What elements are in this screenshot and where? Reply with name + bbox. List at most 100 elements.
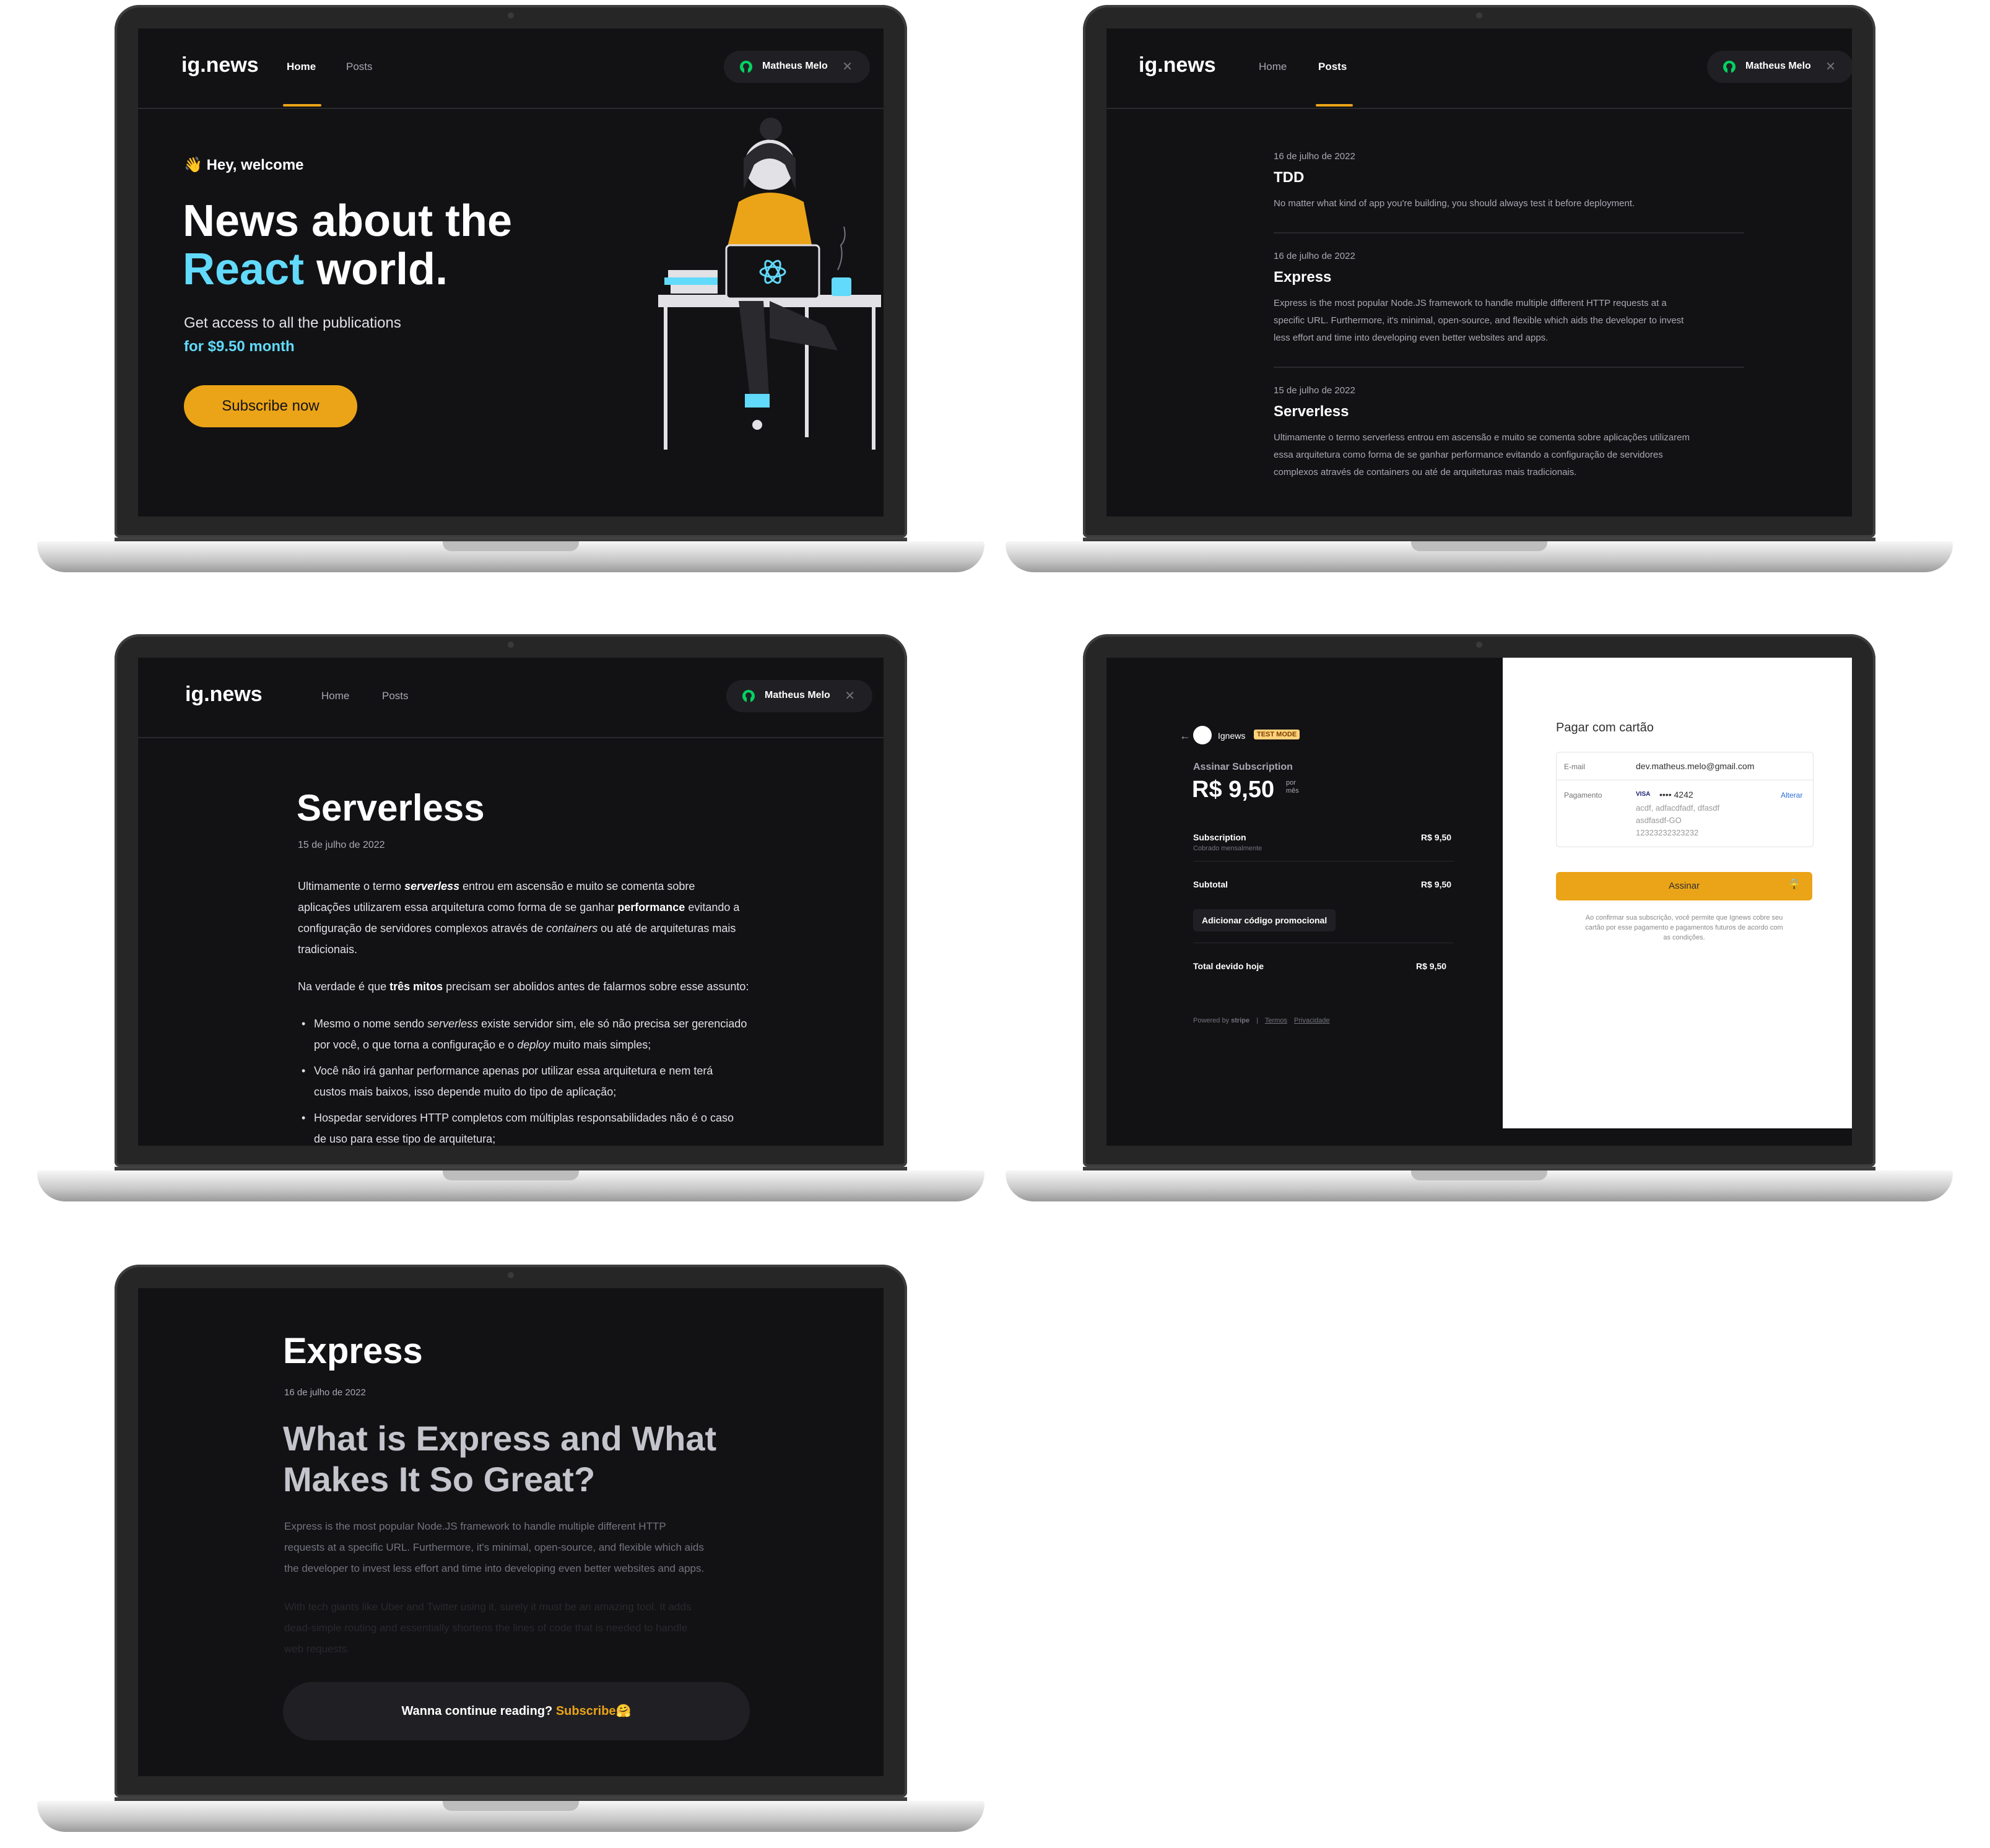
posts-screen: ig.news Home Posts Matheus Melo ✕ 16 de … <box>1106 28 1852 516</box>
github-icon <box>742 690 755 702</box>
logo[interactable]: ig.news <box>1139 53 1216 77</box>
article-paragraph: Na verdade é que três mitos precisam ser… <box>298 976 806 997</box>
nav-home[interactable]: Home <box>1259 61 1287 73</box>
camera <box>508 642 514 648</box>
nav-home[interactable]: Home <box>287 61 316 73</box>
price-text: for $9.50 month <box>184 338 295 355</box>
post-title[interactable]: TDD <box>1274 169 1744 186</box>
user-sign-in-button[interactable]: Matheus Melo ✕ <box>1707 51 1852 83</box>
post-title[interactable]: Serverless <box>1274 403 1744 421</box>
text-segment: containers <box>546 922 598 935</box>
subtotal-price: R$ 9,50 <box>1421 879 1452 889</box>
text-segment: Você não irá ganhar performance apenas p… <box>314 1065 713 1077</box>
stripe-logo: stripe <box>1231 1017 1250 1024</box>
nav-posts[interactable]: Posts <box>1318 61 1347 73</box>
article-screen: ig.news Home Posts Matheus Melo ✕ Server… <box>138 658 884 1146</box>
article-date: 15 de julho de 2022 <box>298 840 385 850</box>
laptop-notch <box>443 1801 579 1811</box>
user-sign-in-button[interactable]: Matheus Melo ✕ <box>726 680 872 712</box>
laptop-notch <box>443 541 579 551</box>
post-excerpt-line: specific URL. Furthermore, it's minimal,… <box>1274 315 1684 326</box>
text-segment: serverless <box>427 1018 479 1030</box>
email-field[interactable]: dev.matheus.melo@gmail.com <box>1636 761 1754 771</box>
laptop-lid: ig.news Home Posts Matheus Melo ✕ 16 de … <box>1083 5 1875 538</box>
subscribe-button[interactable]: Subscribe now <box>184 385 357 427</box>
github-icon <box>1723 61 1736 73</box>
list-item: • Você não irá ganhar performance apenas … <box>298 1060 806 1102</box>
plan-price: R$ 9,50 <box>1192 777 1275 803</box>
sign-out-icon[interactable]: ✕ <box>1825 59 1836 74</box>
pay-button[interactable]: Assinar 🔒 <box>1556 872 1812 900</box>
list-line: Hospedar servidores HTTP completos com m… <box>314 1107 806 1128</box>
article-line: Ultimamente o termo serverless entrou em… <box>298 876 806 897</box>
post-title[interactable]: Express <box>1274 269 1744 286</box>
preview-title: Express <box>283 1331 423 1371</box>
sign-out-icon[interactable]: ✕ <box>845 688 855 704</box>
promo-code-button[interactable]: Adicionar código promocional <box>1193 909 1336 931</box>
change-link[interactable]: Alterar <box>1781 791 1802 800</box>
lock-icon: 🔒 <box>1787 878 1801 891</box>
headline: News about the React world. <box>183 196 513 294</box>
preview-date: 16 de julho de 2022 <box>284 1387 366 1398</box>
card-number: •••• 4242 <box>1659 790 1693 800</box>
privacy-link[interactable]: Privacidade <box>1294 1017 1329 1024</box>
welcome-text: 👋 Hey, welcome <box>184 157 304 173</box>
nav-posts[interactable]: Posts <box>382 690 409 702</box>
text-segment: precisam ser abolidos antes de falarmos … <box>443 980 749 993</box>
laptop-notch <box>1411 1170 1547 1180</box>
headline-react: React <box>183 245 305 294</box>
pay-title: Pagar com cartão <box>1556 721 1654 734</box>
preview-line: dead-simple routing and essentially shor… <box>284 1622 688 1634</box>
post-item[interactable]: 15 de julho de 2022 Serverless Ultimamente… <box>1274 368 1744 501</box>
laptop-article: ig.news Home Posts Matheus Melo ✕ Server… <box>37 634 984 1210</box>
cta-text: Wanna continue reading? <box>401 1704 553 1718</box>
payment-form: E-mail dev.matheus.melo@gmail.com Pagame… <box>1556 752 1814 847</box>
preview-line: Express is the most popular Node.JS fram… <box>284 1520 666 1532</box>
footer-links: Powered by stripe | Termos Privacidade <box>1193 1017 1330 1024</box>
laptop-checkout: ← Ignews TEST MODE Assinar Subscription … <box>1006 634 1953 1210</box>
list-item: • Hospedar servidores HTTP completos com … <box>298 1107 806 1146</box>
subscribe-link[interactable]: Subscribe <box>556 1704 616 1718</box>
post-list: 16 de julho de 2022 TDD No matter what kin… <box>1274 134 1744 501</box>
laptop-lid: ← Ignews TEST MODE Assinar Subscription … <box>1083 634 1875 1167</box>
text-segment: de uso para esse tipo de arquitetura; <box>314 1133 496 1145</box>
post-excerpt-line: complexos através de containers ou até d… <box>1274 467 1577 477</box>
text-segment: Ultimamente o termo <box>298 880 405 892</box>
preview-paragraph-1: Express is the most popular Node.JS fram… <box>284 1516 704 1579</box>
list-item: • Mesmo o nome sendo serverless existe se… <box>298 1013 806 1055</box>
back-arrow-icon[interactable]: ← <box>1180 730 1191 743</box>
sign-out-icon[interactable]: ✕ <box>842 59 853 74</box>
post-item[interactable]: 16 de julho de 2022 TDD No matter what kin… <box>1274 134 1744 233</box>
post-item[interactable]: 16 de julho de 2022 Express Express is the… <box>1274 233 1744 368</box>
disclaimer: Ao confirmar sua subscrição, você permit… <box>1585 914 1783 941</box>
laptop-lid: ig.news Home Posts Matheus Melo ✕ 👋 Hey,… <box>115 5 907 538</box>
visa-icon: VISA <box>1636 791 1651 798</box>
nav-active-underline <box>283 104 321 107</box>
test-mode-badge: TEST MODE <box>1254 730 1300 739</box>
logo[interactable]: ig.news <box>181 53 259 77</box>
logo[interactable]: ig.news <box>185 682 263 707</box>
user-name: Matheus Melo <box>765 690 830 700</box>
text-segment: por você, o que torna a configuração e o <box>314 1039 518 1051</box>
continue-reading-banner[interactable]: Wanna continue reading? Subscribe🤗 <box>283 1682 750 1740</box>
nav-posts[interactable]: Posts <box>346 61 373 73</box>
preview-paragraph-2: With tech giants like Uber and Twitter u… <box>284 1597 691 1660</box>
subtotal-label: Subtotal <box>1193 879 1228 889</box>
terms-link[interactable]: Termos <box>1265 1017 1287 1024</box>
payment-label: Pagamento <box>1564 791 1602 800</box>
item-name: Subscription <box>1193 832 1246 842</box>
bullet-dot: • <box>302 1112 306 1124</box>
text-segment: tradicionais. <box>298 943 358 956</box>
preview-line: the developer to invest less effort and … <box>284 1563 705 1574</box>
article-line: Na verdade é que três mitos precisam ser… <box>298 976 806 997</box>
text-segment: Na verdade é que <box>298 980 390 993</box>
text-segment: Mesmo o nome sendo <box>314 1018 428 1030</box>
brand-logo <box>1193 726 1212 744</box>
nav-home[interactable]: Home <box>321 690 349 702</box>
text-segment: serverless <box>404 880 460 892</box>
home-screen: ig.news Home Posts Matheus Melo ✕ 👋 Hey,… <box>138 28 884 516</box>
bullet-dot: • <box>302 1018 306 1030</box>
header: ig.news Home Posts Matheus Melo ✕ <box>138 28 884 109</box>
user-sign-in-button[interactable]: Matheus Melo ✕ <box>724 51 870 83</box>
list-line: por você, o que torna a configuração e o… <box>314 1034 806 1055</box>
